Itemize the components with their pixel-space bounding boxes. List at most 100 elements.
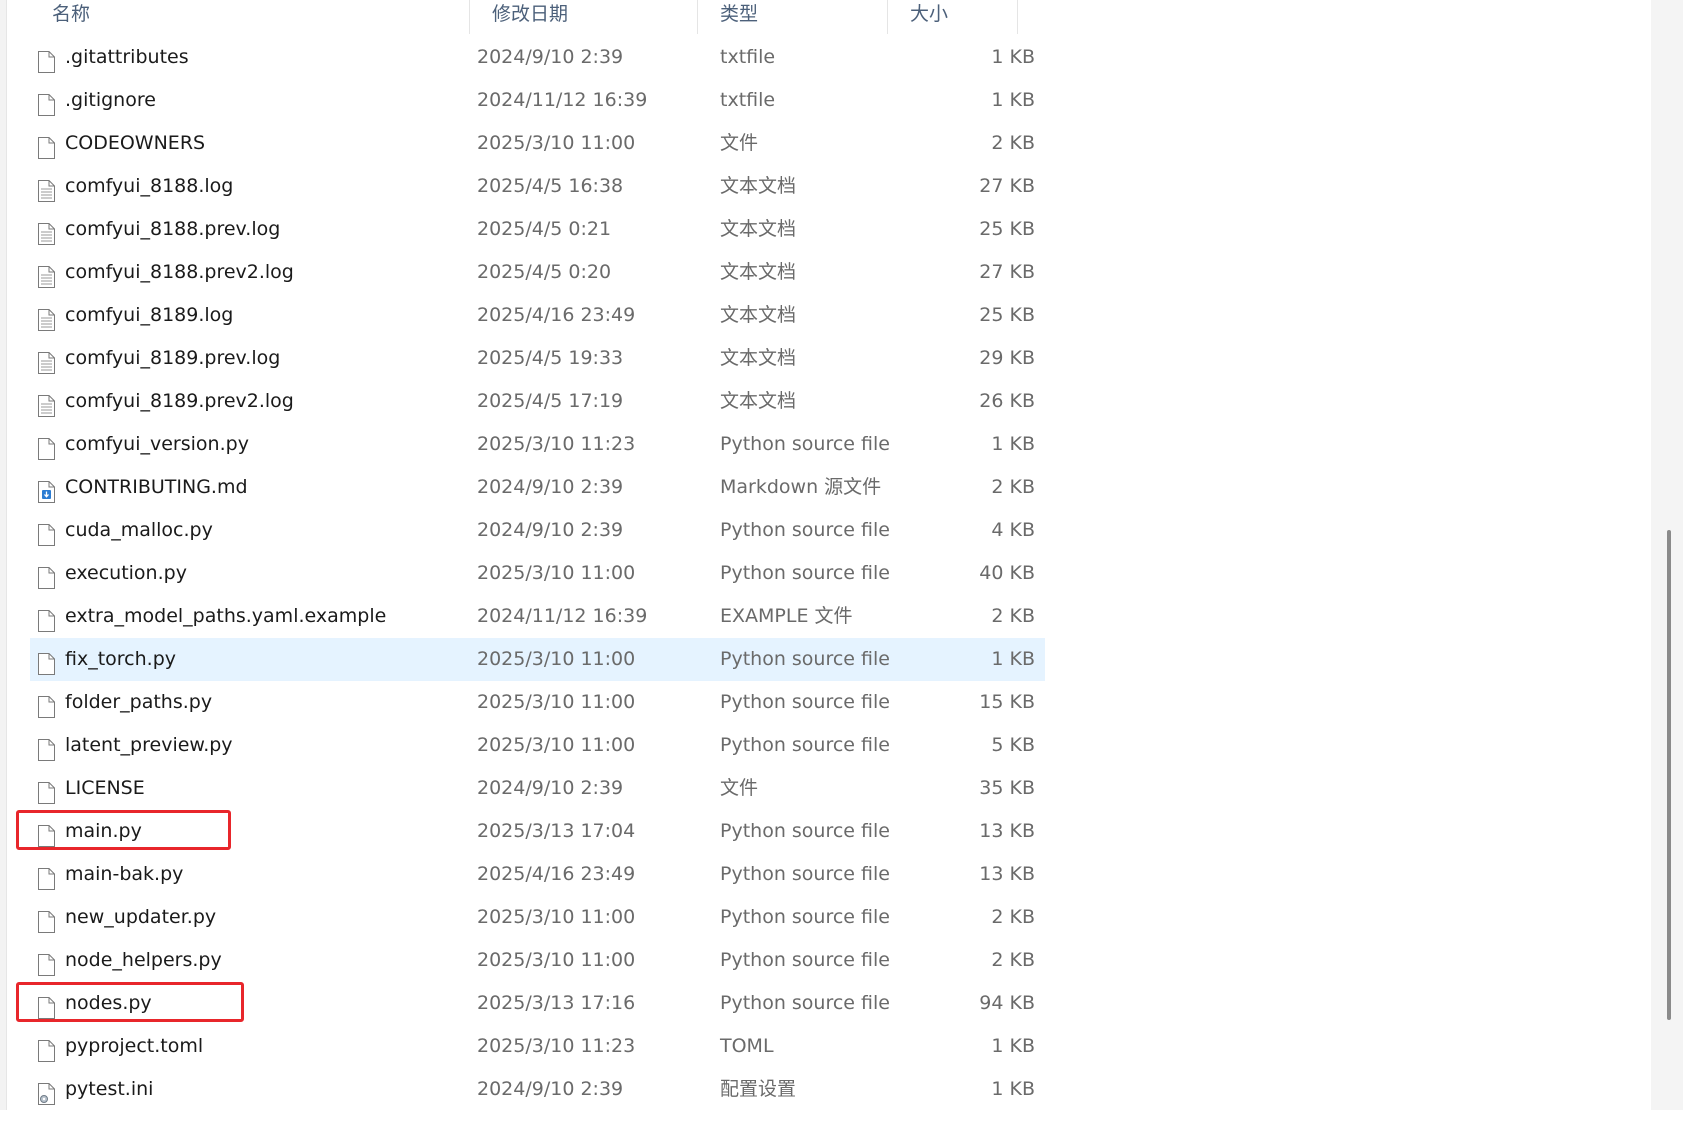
file-name-cell[interactable]: comfyui_8188.prev.log xyxy=(30,208,460,251)
file-name: extra_model_paths.yaml.example xyxy=(65,605,387,627)
file-name-cell[interactable]: .gitattributes xyxy=(30,36,460,79)
file-name-cell[interactable]: CONTRIBUTING.md xyxy=(30,466,460,509)
file-size: 25 KB xyxy=(979,218,1035,240)
file-type: Python source file xyxy=(720,691,890,713)
file-size: 4 KB xyxy=(991,519,1035,541)
file-name-cell[interactable]: fix_torch.py xyxy=(30,638,460,681)
file-type: TOML xyxy=(720,1035,774,1057)
file-row[interactable]: node_helpers.py 2025/3/10 11:00 Python sou… xyxy=(30,939,1045,982)
file-size: 94 KB xyxy=(979,992,1035,1014)
file-date: 2025/3/13 17:04 xyxy=(477,820,636,842)
blank-file-icon xyxy=(38,562,55,589)
file-row[interactable]: main-bak.py 2025/4/16 23:49 Python source … xyxy=(30,853,1045,896)
blank-file-icon xyxy=(38,734,55,761)
file-row[interactable]: folder_paths.py 2025/3/10 11:00 Python sou… xyxy=(30,681,1045,724)
vertical-scrollbar[interactable] xyxy=(1651,0,1683,1110)
file-row[interactable]: comfyui_version.py 2025/3/10 11:23 Python … xyxy=(30,423,1045,466)
file-row[interactable]: CONTRIBUTING.md 2024/9/10 2:39 Markdown 源文… xyxy=(30,466,1045,509)
file-name-cell[interactable]: pyproject.toml xyxy=(30,1025,460,1068)
file-name-cell[interactable]: extra_model_paths.yaml.example xyxy=(30,595,460,638)
file-row[interactable]: main.py 2025/3/13 17:04 Python source file… xyxy=(16,810,1045,853)
blank-file-icon xyxy=(38,132,55,159)
column-header-size[interactable]: 大小 xyxy=(888,0,1018,34)
file-row[interactable]: comfyui_8188.prev2.log 2025/4/5 0:20 文本文档 2… xyxy=(30,251,1045,294)
column-header-date[interactable]: 修改日期 xyxy=(470,0,698,34)
column-header-name[interactable]: 名称 xyxy=(30,0,470,34)
blank-file-icon xyxy=(38,777,55,804)
file-date: 2025/4/5 16:38 xyxy=(477,175,624,197)
text-file-icon xyxy=(38,218,55,245)
file-name-cell[interactable]: comfyui_8188.log xyxy=(30,165,460,208)
blank-file-icon xyxy=(38,691,55,718)
blank-file-icon xyxy=(38,949,55,976)
blank-file-icon xyxy=(38,519,55,546)
file-name-cell[interactable]: comfyui_8189.prev.log xyxy=(30,337,460,380)
text-file-icon xyxy=(38,304,55,331)
file-date: 2025/3/10 11:00 xyxy=(477,132,636,154)
file-name-cell[interactable]: new_updater.py xyxy=(30,896,460,939)
file-row[interactable]: comfyui_8188.log 2025/4/5 16:38 文本文档 27 KB xyxy=(30,165,1045,208)
markdown-file-icon xyxy=(38,476,55,503)
navigation-pane-edge xyxy=(0,0,7,1110)
file-name-cell[interactable]: execution.py xyxy=(30,552,460,595)
file-name-cell[interactable]: cuda_malloc.py xyxy=(30,509,460,552)
file-row[interactable]: comfyui_8189.log 2025/4/16 23:49 文本文档 25 KB xyxy=(30,294,1045,337)
scrollbar-thumb[interactable] xyxy=(1667,530,1671,1020)
file-size: 27 KB xyxy=(979,175,1035,197)
file-size: 1 KB xyxy=(991,1078,1035,1100)
file-row[interactable]: nodes.py 2025/3/13 17:16 Python source fil… xyxy=(16,982,1045,1025)
file-row[interactable]: latent_preview.py 2025/3/10 11:00 Python s… xyxy=(30,724,1045,767)
file-name-cell[interactable]: main-bak.py xyxy=(30,853,460,896)
file-type: 文本文档 xyxy=(720,347,797,369)
file-row[interactable]: execution.py 2025/3/10 11:00 Python source… xyxy=(30,552,1045,595)
file-date: 2025/3/10 11:23 xyxy=(477,1035,636,1057)
blank-file-icon xyxy=(38,605,55,632)
blank-file-icon xyxy=(38,89,55,116)
file-name-cell[interactable]: latent_preview.py xyxy=(30,724,460,767)
file-row[interactable]: cuda_malloc.py 2024/9/10 2:39 Python sourc… xyxy=(30,509,1045,552)
file-name-cell[interactable]: main.py xyxy=(30,810,460,853)
file-date: 2024/11/12 16:39 xyxy=(477,605,648,627)
file-size: 40 KB xyxy=(979,562,1035,584)
file-row[interactable]: comfyui_8188.prev.log 2025/4/5 0:21 文本文档 25… xyxy=(30,208,1045,251)
file-row[interactable]: .gitattributes 2024/9/10 2:39 txtfile 1 KB xyxy=(30,36,1045,79)
file-name-cell[interactable]: comfyui_8188.prev2.log xyxy=(30,251,460,294)
file-type: txtfile xyxy=(720,89,776,111)
file-date: 2025/3/10 11:00 xyxy=(477,906,636,928)
file-size: 1 KB xyxy=(991,1035,1035,1057)
file-row[interactable]: LICENSE 2024/9/10 2:39 文件 35 KB xyxy=(30,767,1045,810)
file-size: 2 KB xyxy=(991,605,1035,627)
file-name-cell[interactable]: node_helpers.py xyxy=(30,939,460,982)
text-file-icon xyxy=(38,261,55,288)
file-name-cell[interactable]: pytest.ini xyxy=(30,1068,460,1111)
file-row[interactable]: pytest.ini 2024/9/10 2:39 配置设置 1 KB xyxy=(30,1068,1045,1111)
file-row[interactable]: comfyui_8189.prev2.log 2025/4/5 17:19 文本文档… xyxy=(30,380,1045,423)
file-explorer-window: 名称 修改日期 类型 大小 .gitattributes 2024/9/10 2:… xyxy=(0,0,1683,1125)
file-date: 2024/9/10 2:39 xyxy=(477,519,624,541)
file-row[interactable]: .gitignore 2024/11/12 16:39 txtfile 1 KB xyxy=(30,79,1045,122)
file-row[interactable]: extra_model_paths.yaml.example 2024/11/12… xyxy=(30,595,1045,638)
file-row[interactable]: new_updater.py 2025/3/10 11:00 Python sour… xyxy=(30,896,1045,939)
file-name-cell[interactable]: CODEOWNERS xyxy=(30,122,460,165)
blank-file-icon xyxy=(38,1035,55,1062)
file-size: 27 KB xyxy=(979,261,1035,283)
file-type: Python source file xyxy=(720,949,890,971)
file-row[interactable]: CODEOWNERS 2025/3/10 11:00 文件 2 KB xyxy=(30,122,1045,165)
blank-file-icon xyxy=(38,433,55,460)
file-row[interactable]: comfyui_8189.prev.log 2025/4/5 19:33 文本文档 2… xyxy=(30,337,1045,380)
file-type: Python source file xyxy=(720,863,890,885)
file-row[interactable]: fix_torch.py 2025/3/10 11:00 Python source… xyxy=(30,638,1045,681)
file-name-cell[interactable]: LICENSE xyxy=(30,767,460,810)
file-name-cell[interactable]: nodes.py xyxy=(30,982,460,1025)
file-name-cell[interactable]: .gitignore xyxy=(30,79,460,122)
column-header-type[interactable]: 类型 xyxy=(698,0,888,34)
file-name-cell[interactable]: folder_paths.py xyxy=(30,681,460,724)
file-name: comfyui_8188.prev.log xyxy=(65,218,281,240)
file-date: 2024/11/12 16:39 xyxy=(477,89,648,111)
file-size: 29 KB xyxy=(979,347,1035,369)
file-type: Python source file xyxy=(720,519,890,541)
file-name-cell[interactable]: comfyui_8189.log xyxy=(30,294,460,337)
file-name-cell[interactable]: comfyui_version.py xyxy=(30,423,460,466)
file-row[interactable]: pyproject.toml 2025/3/10 11:23 TOML 1 KB xyxy=(30,1025,1045,1068)
file-name-cell[interactable]: comfyui_8189.prev2.log xyxy=(30,380,460,423)
